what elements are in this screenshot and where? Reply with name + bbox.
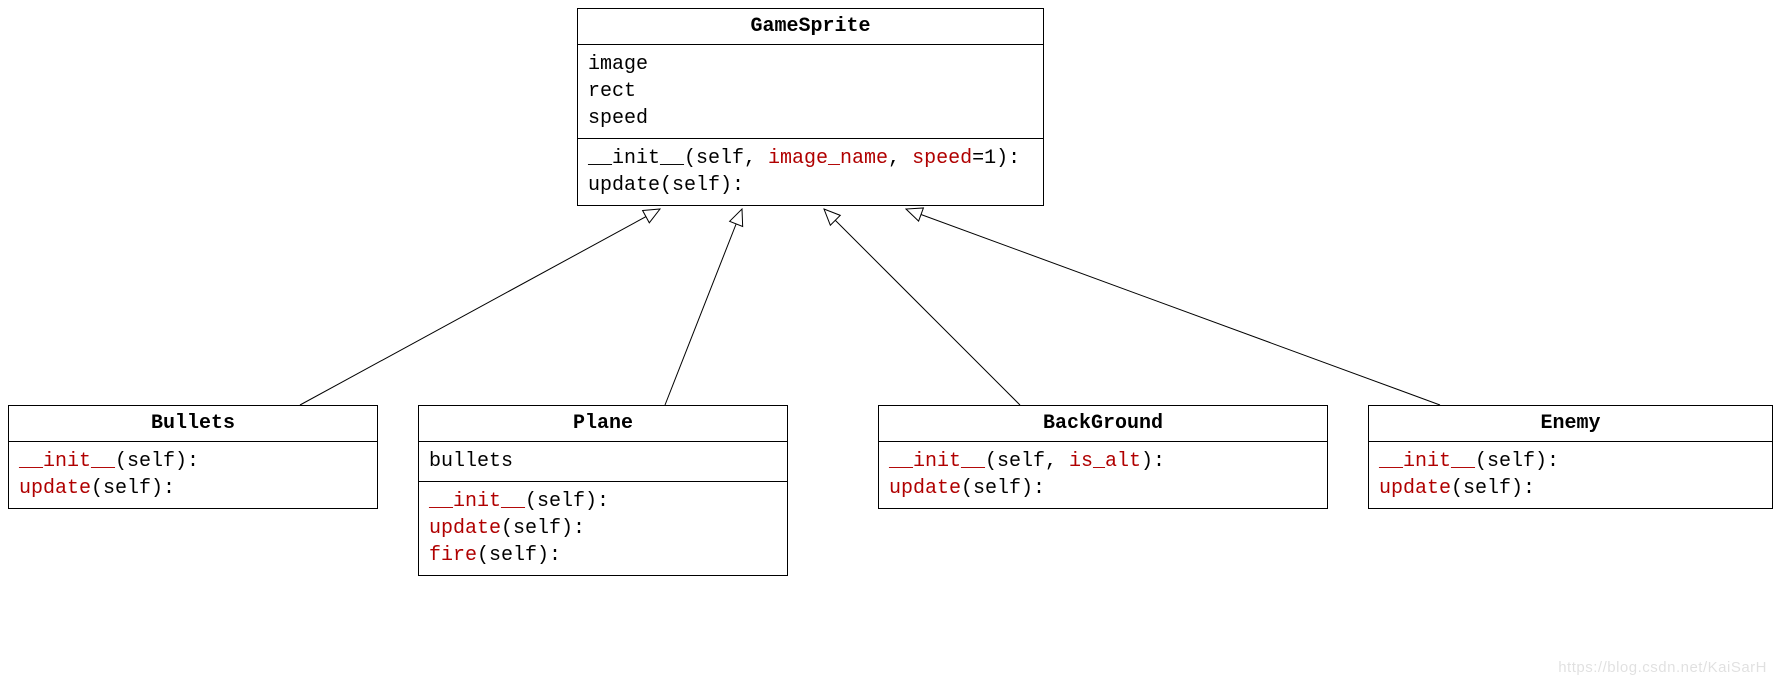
attribute: speed	[588, 105, 1033, 132]
attribute: bullets	[429, 448, 777, 475]
gamesprite-class-box: GameSpriteimagerectspeed__init__(self, i…	[577, 8, 1044, 206]
method: update(self):	[889, 475, 1317, 502]
plane-class-name: Plane	[419, 406, 787, 442]
method: __init__(self):	[429, 488, 777, 515]
method: update(self):	[429, 515, 777, 542]
attribute: image	[588, 51, 1033, 78]
gamesprite-methods: __init__(self, image_name, speed=1):upda…	[578, 139, 1043, 205]
background-methods: __init__(self, is_alt):update(self):	[879, 442, 1327, 508]
plane-attributes: bullets	[419, 442, 787, 482]
attribute: rect	[588, 78, 1033, 105]
enemy-methods: __init__(self):update(self):	[1369, 442, 1772, 508]
method: __init__(self, is_alt):	[889, 448, 1317, 475]
background-class-box: BackGround__init__(self, is_alt):update(…	[878, 405, 1328, 509]
enemy-class-name: Enemy	[1369, 406, 1772, 442]
bullets-class-box: Bullets__init__(self):update(self):	[8, 405, 378, 509]
bullets-methods: __init__(self):update(self):	[9, 442, 377, 508]
method: update(self):	[19, 475, 367, 502]
inheritance-arrow	[665, 209, 742, 405]
plane-class-box: Plane bullets __init__(self):update(self):…	[418, 405, 788, 576]
enemy-class-box: Enemy__init__(self):update(self):	[1368, 405, 1773, 509]
method: __init__(self):	[1379, 448, 1762, 475]
method: __init__(self, image_name, speed=1):	[588, 145, 1033, 172]
background-class-name: BackGround	[879, 406, 1327, 442]
gamesprite-attributes: imagerectspeed	[578, 45, 1043, 139]
method: update(self):	[1379, 475, 1762, 502]
bullets-class-name: Bullets	[9, 406, 377, 442]
plane-methods: __init__(self):update(self):fire(self):	[419, 482, 787, 575]
method: update(self):	[588, 172, 1033, 199]
inheritance-arrow	[300, 209, 660, 405]
inheritance-arrow	[906, 209, 1440, 405]
watermark-text: https://blog.csdn.net/KaiSarH	[1558, 659, 1767, 676]
method: __init__(self):	[19, 448, 367, 475]
method: fire(self):	[429, 542, 777, 569]
inheritance-arrow	[824, 209, 1020, 405]
gamesprite-class-name: GameSprite	[578, 9, 1043, 45]
